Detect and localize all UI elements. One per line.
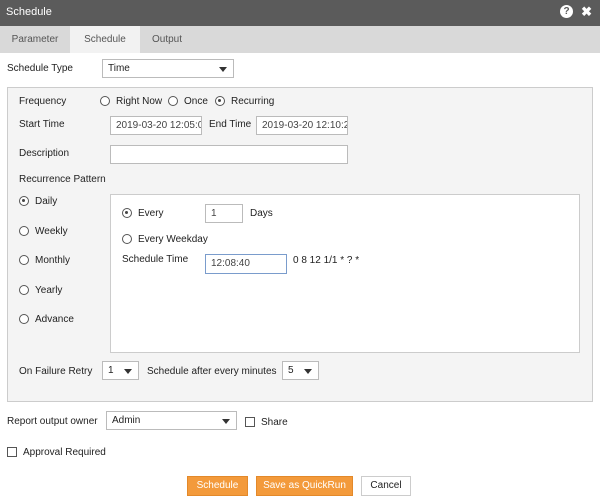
report-output-owner-label: Report output owner bbox=[7, 416, 98, 427]
recurrence-weekly-label: Weekly bbox=[35, 226, 68, 237]
schedule-after-minutes-label: Schedule after every minutes bbox=[147, 366, 277, 377]
daily-every-days-input[interactable]: 1 bbox=[205, 204, 243, 223]
recurrence-pattern-label: Recurrence Pattern bbox=[19, 174, 106, 185]
recurrence-advance-radio[interactable] bbox=[19, 314, 29, 324]
days-label: Days bbox=[250, 208, 273, 219]
chevron-down-icon bbox=[219, 67, 227, 72]
title-bar-icons: ? ✖ bbox=[560, 5, 592, 18]
daily-every-weekday-label: Every Weekday bbox=[138, 234, 208, 245]
tab-output[interactable]: Output bbox=[140, 26, 194, 53]
tab-schedule[interactable]: Schedule bbox=[70, 26, 140, 53]
retry-count-select[interactable]: 1 bbox=[102, 361, 139, 380]
recurrence-yearly-radio[interactable] bbox=[19, 285, 29, 295]
on-failure-retry-label: On Failure Retry bbox=[19, 366, 93, 377]
chevron-down-icon bbox=[124, 369, 132, 374]
daily-every-weekday-radio[interactable] bbox=[122, 234, 132, 244]
retry-minutes-select[interactable]: 5 bbox=[282, 361, 319, 380]
help-icon[interactable]: ? bbox=[560, 5, 574, 18]
frequency-label: Frequency bbox=[19, 96, 67, 107]
chevron-down-icon bbox=[222, 419, 230, 424]
recurrence-yearly-label: Yearly bbox=[35, 285, 63, 296]
frequency-recurring-radio[interactable] bbox=[215, 96, 225, 106]
share-checkbox[interactable] bbox=[245, 417, 255, 427]
save-as-quickrun-button[interactable]: Save as QuickRun bbox=[256, 476, 353, 496]
frequency-recurring-label: Recurring bbox=[231, 96, 275, 107]
frequency-right-now-label: Right Now bbox=[116, 96, 163, 107]
schedule-type-label: Schedule Type bbox=[7, 63, 73, 74]
schedule-button[interactable]: Schedule bbox=[187, 476, 248, 496]
approval-required-label: Approval Required bbox=[23, 447, 106, 458]
recurrence-details-box bbox=[110, 194, 580, 353]
tab-parameter[interactable]: Parameter bbox=[0, 26, 70, 53]
schedule-time-input[interactable]: 12:08:40 bbox=[205, 254, 287, 274]
retry-count-value: 1 bbox=[108, 365, 114, 376]
schedule-type-select[interactable]: Time bbox=[102, 59, 234, 78]
chevron-down-icon bbox=[304, 369, 312, 374]
end-time-label: End Time bbox=[209, 119, 252, 130]
report-output-owner-select[interactable]: Admin bbox=[106, 411, 237, 430]
recurrence-daily-radio[interactable] bbox=[19, 196, 29, 206]
approval-required-checkbox[interactable] bbox=[7, 447, 17, 457]
cron-expression: 0 8 12 1/1 * ? * bbox=[293, 255, 360, 266]
start-time-label: Start Time bbox=[19, 119, 65, 130]
retry-minutes-value: 5 bbox=[288, 365, 294, 376]
recurrence-advance-label: Advance bbox=[35, 314, 74, 325]
share-label: Share bbox=[261, 417, 288, 428]
daily-every-radio[interactable] bbox=[122, 208, 132, 218]
frequency-right-now-radio[interactable] bbox=[100, 96, 110, 106]
frequency-once-radio[interactable] bbox=[168, 96, 178, 106]
end-time-input[interactable]: 2019-03-20 12:10:2 bbox=[256, 116, 348, 135]
cancel-button[interactable]: Cancel bbox=[361, 476, 411, 496]
tab-bar: Parameter Schedule Output bbox=[0, 26, 600, 53]
close-icon[interactable]: ✖ bbox=[581, 5, 592, 18]
title-bar: Schedule ? ✖ bbox=[0, 0, 600, 26]
description-label: Description bbox=[19, 148, 70, 159]
recurrence-weekly-radio[interactable] bbox=[19, 226, 29, 236]
recurrence-daily-label: Daily bbox=[35, 196, 58, 207]
window-title: Schedule bbox=[6, 6, 52, 18]
report-output-owner-value: Admin bbox=[112, 415, 141, 426]
recurrence-monthly-label: Monthly bbox=[35, 255, 71, 266]
recurrence-monthly-radio[interactable] bbox=[19, 255, 29, 265]
start-time-input[interactable]: 2019-03-20 12:05:0 bbox=[110, 116, 202, 135]
schedule-time-label: Schedule Time bbox=[122, 254, 189, 265]
schedule-type-value: Time bbox=[108, 63, 130, 74]
description-input[interactable] bbox=[110, 145, 348, 164]
daily-every-label: Every bbox=[138, 208, 164, 219]
frequency-once-label: Once bbox=[184, 96, 208, 107]
